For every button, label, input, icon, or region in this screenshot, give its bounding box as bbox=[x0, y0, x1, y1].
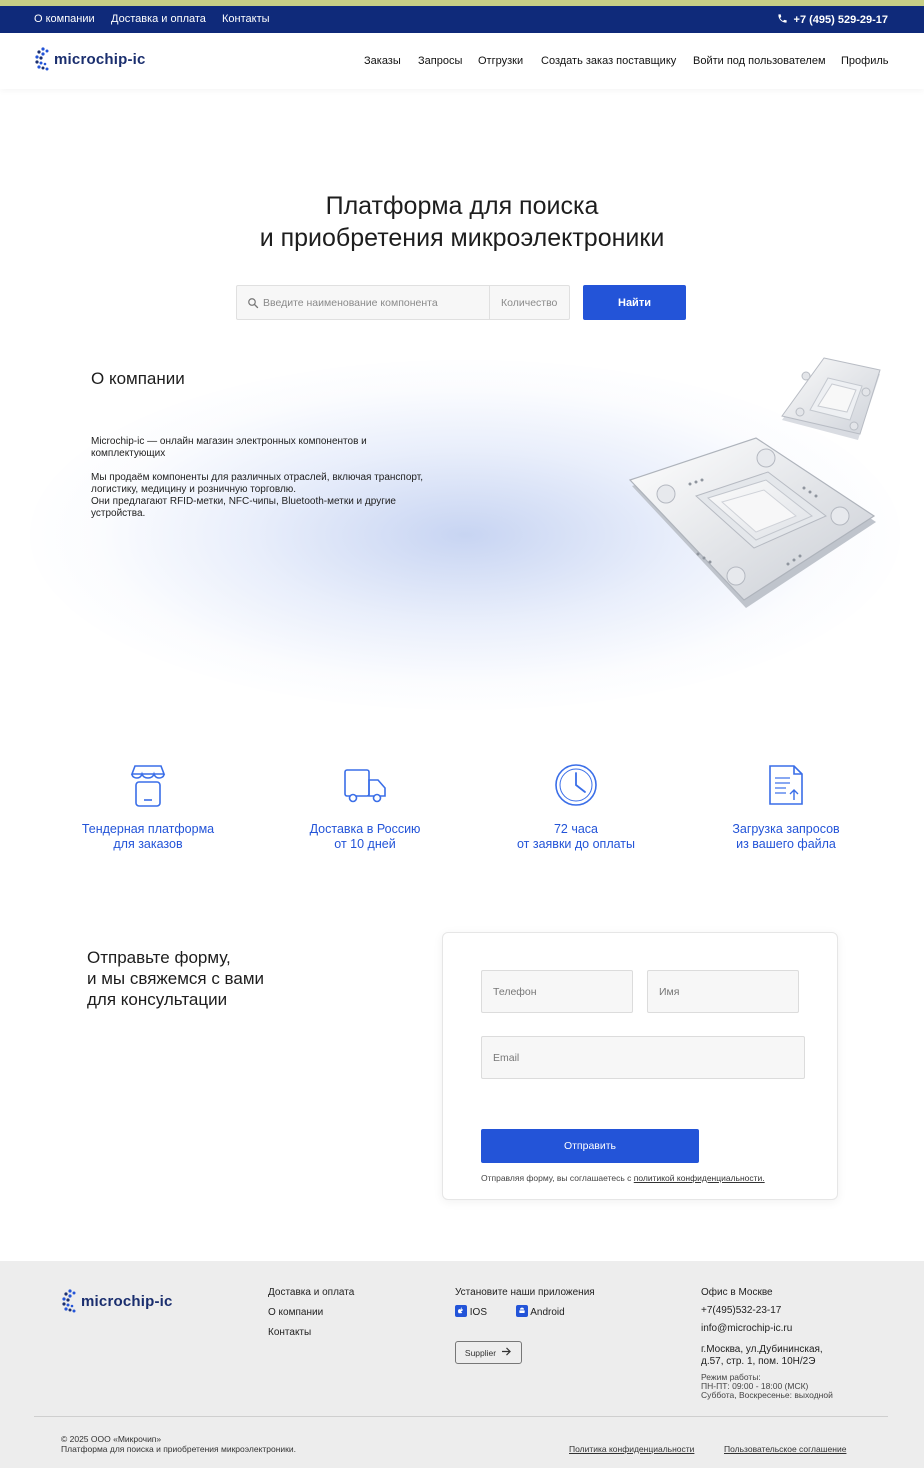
quantity-input[interactable] bbox=[489, 286, 569, 319]
header-logo[interactable]: microchip-ic bbox=[34, 46, 146, 72]
topbar-phone-number: +7 (495) 529-29-17 bbox=[793, 14, 888, 26]
office-title: Офис в Москве bbox=[701, 1287, 773, 1298]
phone-field[interactable] bbox=[481, 970, 633, 1013]
topbar-link-contacts[interactable]: Контакты bbox=[222, 13, 270, 25]
search-input[interactable] bbox=[263, 286, 487, 319]
apple-icon bbox=[455, 1305, 467, 1317]
footer-office: Офис в Москве +7(495)532-23-17 info@micr… bbox=[701, 1284, 833, 1400]
main-header: microchip-ic Заказы Запросы Отгрузки Соз… bbox=[0, 33, 924, 89]
footer-privacy-link[interactable]: Политика конфиденциальности bbox=[569, 1444, 694, 1454]
phone-icon bbox=[777, 13, 788, 27]
footer-link-delivery[interactable]: Доставка и оплата bbox=[268, 1283, 354, 1303]
clock-icon bbox=[476, 762, 676, 810]
consent-note: Отправляя форму, вы соглашаетесь с полит… bbox=[481, 1173, 765, 1183]
hero-title: Платформа для поиска и приобретения микр… bbox=[259, 192, 665, 252]
top-bar: О компании Доставка и оплата Контакты +7… bbox=[0, 6, 924, 33]
app-android-link[interactable]: Android bbox=[516, 1303, 565, 1323]
large-chip-illustration bbox=[628, 437, 876, 608]
topbar-phone[interactable]: +7 (495) 529-29-17 bbox=[777, 13, 888, 27]
topbar-link-delivery[interactable]: Доставка и оплата bbox=[111, 13, 206, 25]
about-description: Мы продаём компоненты для различных отра… bbox=[91, 472, 424, 519]
footer-copyright: © 2025 ООО «Микрочип» Платформа для поис… bbox=[61, 1434, 297, 1454]
footer-divider bbox=[34, 1416, 888, 1417]
truck-icon bbox=[265, 762, 465, 810]
feature-file-upload: Загрузка запросов из вашего файла bbox=[686, 762, 886, 852]
nav-item-profile[interactable]: Профиль bbox=[841, 55, 889, 67]
feature-72-hours: 72 часа от заявки до оплаты bbox=[476, 762, 676, 852]
submit-button[interactable]: Отправить bbox=[481, 1129, 699, 1163]
feature-tender-platform: Тендерная платформа для заказов bbox=[48, 762, 248, 852]
privacy-policy-link[interactable]: политикой конфиденциальности. bbox=[634, 1173, 765, 1183]
footer-logo[interactable]: microchip-ic bbox=[61, 1288, 173, 1314]
feature-delivery-russia: Доставка в Россию от 10 дней bbox=[265, 762, 465, 852]
search-icon bbox=[247, 296, 259, 314]
document-upload-icon bbox=[686, 762, 886, 810]
contact-form-card: Отправить Отправляя форму, вы соглашаете… bbox=[442, 932, 838, 1200]
footer-terms-link[interactable]: Пользовательское соглашение bbox=[724, 1444, 846, 1454]
nav-item-create-supplier-order[interactable]: Создать заказ поставщику bbox=[541, 55, 676, 67]
shop-icon bbox=[48, 762, 248, 810]
apps-title: Установите наши приложения bbox=[455, 1287, 595, 1298]
about-title: О компании bbox=[91, 369, 185, 388]
search-button[interactable]: Найти bbox=[583, 285, 686, 320]
nav-item-shipments[interactable]: Отгрузки bbox=[478, 55, 523, 67]
supplier-button[interactable]: Supplier bbox=[455, 1341, 522, 1364]
office-email[interactable]: info@microchip-ic.ru bbox=[701, 1320, 833, 1338]
small-chip-illustration bbox=[781, 357, 881, 440]
contact-form-title: Отправьте форму, и мы свяжемся с вами дл… bbox=[87, 948, 265, 1009]
nav-item-login-as-user[interactable]: Войти под пользователем bbox=[693, 55, 826, 67]
about-intro-text: Microchip-ic — онлайн магазин электронны… bbox=[91, 436, 367, 459]
footer-links: Доставка и оплата О компании Контакты bbox=[268, 1283, 354, 1343]
office-address-line2: д.57, стр. 1, пом. 10Н/2Э bbox=[701, 1356, 816, 1367]
logo-dots-icon bbox=[35, 47, 49, 71]
search-bar bbox=[236, 285, 570, 320]
email-field[interactable] bbox=[481, 1036, 805, 1079]
logo-wordmark: microchip-ic bbox=[54, 50, 146, 68]
footer-logo-wordmark: microchip-ic bbox=[81, 1292, 173, 1310]
arrow-right-icon bbox=[501, 1347, 512, 1358]
footer-app-android: Android bbox=[516, 1303, 565, 1323]
nav-item-orders[interactable]: Заказы bbox=[364, 55, 401, 67]
office-phone[interactable]: +7(495)532-23-17 bbox=[701, 1302, 833, 1320]
footer-link-about[interactable]: О компании bbox=[268, 1303, 354, 1323]
android-icon bbox=[516, 1305, 528, 1317]
nav-item-requests[interactable]: Запросы bbox=[418, 55, 462, 67]
topbar-link-about[interactable]: О компании bbox=[34, 13, 95, 25]
name-field[interactable] bbox=[647, 970, 799, 1013]
office-address-line1: г.Москва, ул.Дубининская, bbox=[701, 1344, 823, 1355]
hours-weekend: Суббота, Воскресенье: выходной bbox=[701, 1390, 833, 1400]
footer-link-contacts[interactable]: Контакты bbox=[268, 1323, 354, 1343]
logo-dots-icon bbox=[62, 1289, 76, 1313]
